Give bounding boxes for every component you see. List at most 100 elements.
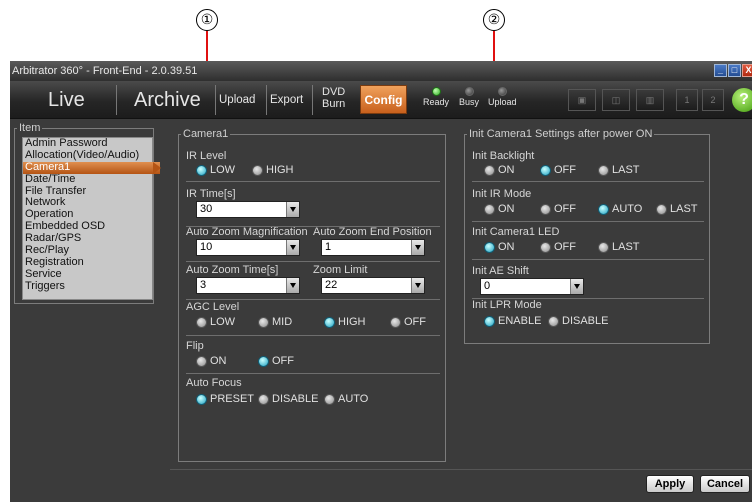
auto-zoom-magnification-select[interactable]: 10	[196, 239, 300, 256]
apply-button[interactable]: Apply	[646, 475, 694, 493]
list-item[interactable]: Registration	[23, 256, 152, 269]
list-item[interactable]: Allocation(Video/Audio)	[23, 149, 152, 162]
minimize-button[interactable]: _	[714, 64, 727, 77]
auto-zoom-time-select[interactable]: 3	[196, 277, 300, 294]
agc-low-radio[interactable]: LOW	[196, 316, 235, 328]
radio-label: LAST	[612, 164, 640, 176]
radio-label: HIGH	[266, 164, 294, 176]
auto-zoom-magnification-label: Auto Zoom Magnification	[186, 226, 308, 238]
status-ready: Ready	[423, 87, 449, 107]
tab-live[interactable]: Live	[48, 86, 85, 114]
maximize-button[interactable]: □	[728, 64, 741, 77]
toolbar-divider	[215, 85, 216, 115]
camera1-panel-legend: Camera1	[183, 128, 229, 140]
led-last-radio[interactable]: LAST	[598, 241, 640, 253]
ir-mode-last-radio[interactable]: LAST	[656, 203, 698, 215]
zoom-limit-select[interactable]: 22	[321, 277, 425, 294]
radio-icon	[390, 316, 401, 328]
radio-selected-icon	[196, 393, 207, 405]
agc-level-label: AGC Level	[186, 301, 240, 313]
ir-mode-on-radio[interactable]: ON	[484, 203, 515, 215]
list-item[interactable]: Triggers	[23, 280, 152, 293]
led-on-radio[interactable]: ON	[484, 241, 515, 253]
ir-level-high-radio[interactable]: HIGH	[252, 164, 294, 176]
select-value: 0	[484, 280, 491, 292]
tab-config[interactable]: Config	[360, 85, 407, 114]
camera-icon[interactable]: ◫	[602, 89, 630, 111]
help-button[interactable]: ?	[732, 88, 752, 112]
chevron-down-icon	[286, 240, 299, 255]
flip-on-radio[interactable]: ON	[196, 355, 227, 367]
af-auto-radio[interactable]: AUTO	[324, 393, 368, 405]
agc-high-radio[interactable]: HIGH	[324, 316, 366, 328]
radio-label: LOW	[210, 316, 236, 328]
agc-mid-radio[interactable]: MID	[258, 316, 292, 328]
chevron-down-icon	[286, 278, 299, 293]
ir-time-select[interactable]: 30	[196, 201, 300, 218]
init-backlight-label: Init Backlight	[472, 150, 535, 162]
layout-icon[interactable]: ▥	[636, 89, 664, 111]
divider	[186, 181, 440, 182]
ae-shift-select[interactable]: 0	[480, 278, 584, 295]
radio-icon	[324, 393, 335, 405]
radio-label: DISABLE	[272, 393, 319, 405]
backlight-on-radio[interactable]: ON	[484, 164, 515, 176]
ir-time-label: IR Time[s]	[186, 188, 236, 200]
divider	[472, 259, 704, 260]
led-off-radio[interactable]: OFF	[540, 241, 576, 253]
auto-zoom-time-label: Auto Zoom Time[s]	[186, 264, 279, 276]
radio-selected-icon	[324, 316, 335, 328]
upload-led-icon	[497, 87, 507, 96]
ir-mode-auto-radio[interactable]: AUTO	[598, 203, 642, 215]
window-title: Arbitrator 360° - Front-End - 2.0.39.51	[12, 65, 198, 77]
radio-label: MID	[272, 316, 293, 328]
radio-label: OFF	[554, 203, 576, 215]
init-settings-legend: Init Camera1 Settings after power ON	[469, 128, 653, 140]
tab-archive[interactable]: Archive	[134, 86, 201, 114]
footer-divider	[170, 469, 752, 470]
list-item-selected[interactable]: Camera1	[23, 161, 161, 174]
radio-icon	[540, 241, 551, 253]
agc-off-radio[interactable]: OFF	[390, 316, 426, 328]
page-1-icon[interactable]: 1	[676, 89, 698, 111]
lpr-disable-radio[interactable]: DISABLE	[548, 315, 608, 327]
status-busy-label: Busy	[459, 97, 480, 107]
camera1-panel: Camera1	[178, 128, 446, 462]
radio-selected-icon	[598, 203, 609, 215]
radio-label: LOW	[210, 164, 236, 176]
radio-icon	[598, 241, 609, 253]
toolbar-divider	[266, 85, 267, 115]
tab-export[interactable]: Export	[270, 89, 303, 111]
list-item[interactable]: Date/Time	[23, 173, 152, 186]
toolbar-divider	[116, 85, 117, 115]
radio-icon	[252, 164, 263, 176]
init-camera1-led-label: Init Camera1 LED	[472, 226, 560, 238]
backlight-off-radio[interactable]: OFF	[540, 164, 576, 176]
backlight-last-radio[interactable]: LAST	[598, 164, 640, 176]
select-value: 30	[200, 203, 213, 215]
lpr-enable-radio[interactable]: ENABLE	[484, 315, 541, 327]
status-busy: Busy	[459, 87, 479, 107]
divider	[186, 373, 440, 374]
divider	[472, 221, 704, 222]
ir-mode-off-radio[interactable]: OFF	[540, 203, 576, 215]
config-area: Item Admin Password Allocation(Video/Aud…	[10, 119, 752, 502]
af-disable-radio[interactable]: DISABLE	[258, 393, 318, 405]
auto-zoom-end-position-select[interactable]: 1	[321, 239, 425, 256]
cancel-button[interactable]: Cancel	[700, 475, 750, 493]
radio-icon	[258, 393, 269, 405]
ir-level-low-radio[interactable]: LOW	[196, 164, 235, 176]
flip-off-radio[interactable]: OFF	[258, 355, 294, 367]
tab-upload[interactable]: Upload	[219, 89, 255, 111]
page-2-icon[interactable]: 2	[702, 89, 724, 111]
list-item[interactable]: Service	[23, 268, 152, 281]
radio-label: AUTO	[612, 203, 643, 215]
flip-label: Flip	[186, 340, 204, 352]
radio-label: OFF	[404, 316, 426, 328]
tab-dvd-burn[interactable]: DVD Burn	[322, 86, 345, 110]
chevron-down-icon	[411, 278, 424, 293]
close-button[interactable]: X	[742, 64, 752, 77]
init-lpr-mode-label: Init LPR Mode	[472, 299, 542, 311]
record-icon[interactable]: ▣	[568, 89, 596, 111]
af-preset-radio[interactable]: PRESET	[196, 393, 254, 405]
